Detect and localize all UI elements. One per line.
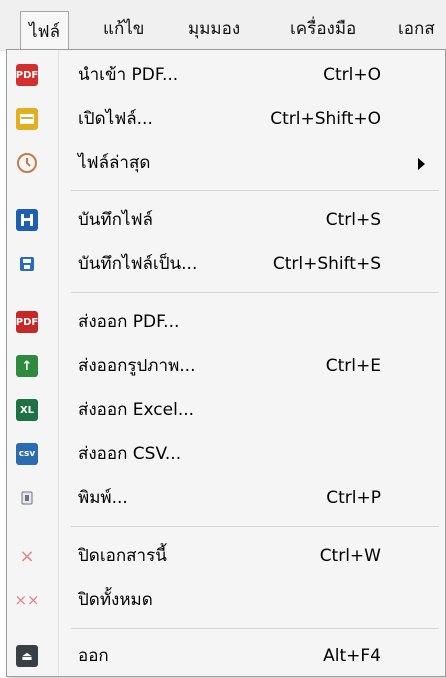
menu-view[interactable]: มุมมอง: [188, 12, 240, 46]
menu-document[interactable]: เอกส: [398, 12, 435, 46]
menu-item-close-document[interactable]: × ปิดเอกสารนี้ Ctrl+W: [7, 534, 443, 578]
menu-item-shortcut: Alt+F4: [323, 646, 381, 666]
menu-file[interactable]: ไฟล์: [20, 11, 70, 50]
submenu-arrow-icon: [418, 158, 425, 170]
image-export-icon: ↑: [16, 355, 38, 377]
menu-item-save-as[interactable]: บันทึกไฟล์เป็น... Ctrl+Shift+S: [7, 242, 443, 286]
menu-item-label: พิมพ์...: [78, 488, 128, 508]
pdf-export-icon: PDF: [16, 311, 38, 333]
menu-item-shortcut: Ctrl+Shift+O: [270, 109, 381, 129]
menu-item-shortcut: Ctrl+O: [323, 65, 381, 85]
menu-item-label: ปิดเอกสารนี้: [78, 546, 167, 566]
menu-separator: [71, 526, 439, 527]
csv-icon: csv: [16, 443, 38, 465]
menu-tools[interactable]: เครื่องมือ: [290, 12, 356, 46]
menu-item-label: ปิดทั้งหมด: [78, 590, 153, 610]
menu-item-import-pdf[interactable]: PDF นำเข้า PDF... Ctrl+O: [7, 53, 443, 97]
menu-item-shortcut: Ctrl+E: [325, 356, 381, 376]
print-icon: [16, 487, 38, 509]
menu-item-export-csv[interactable]: csv ส่งออก CSV...: [7, 432, 443, 476]
save-as-icon: [16, 253, 38, 275]
exit-icon: ⏏: [16, 645, 38, 667]
menu-item-label: บันทึกไฟล์: [78, 210, 153, 230]
menu-item-recent-files[interactable]: ไฟล์ล่าสุด: [7, 141, 443, 185]
menu-item-label: นำเข้า PDF...: [78, 65, 179, 85]
menu-edit[interactable]: แก้ไข: [103, 12, 144, 46]
menu-item-label: ส่งออก Excel...: [78, 400, 195, 420]
menu-item-open-file[interactable]: เปิดไฟล์... Ctrl+Shift+O: [7, 97, 443, 141]
menu-item-label: บันทึกไฟล์เป็น...: [78, 254, 198, 274]
menu-item-export-image[interactable]: ↑ ส่งออกรูปภาพ... Ctrl+E: [7, 344, 443, 388]
menu-item-shortcut: Ctrl+P: [326, 488, 381, 508]
menu-item-export-pdf[interactable]: PDF ส่งออก PDF...: [7, 300, 443, 344]
folder-icon: [16, 108, 38, 130]
menu-item-print[interactable]: พิมพ์... Ctrl+P: [7, 476, 443, 520]
excel-icon: XL: [16, 399, 38, 421]
menu-item-shortcut: Ctrl+Shift+S: [272, 254, 381, 274]
menu-separator: [71, 628, 439, 629]
menu-item-shortcut: Ctrl+S: [325, 210, 381, 230]
menu-item-label: ไฟล์ล่าสุด: [78, 153, 151, 173]
menu-item-label: ส่งออก PDF...: [78, 312, 180, 332]
menu-item-exit[interactable]: ⏏ ออก Alt+F4: [7, 634, 443, 678]
menu-separator: [71, 292, 439, 293]
menu-bar: ไฟล์ แก้ไข มุมมอง เครื่องมือ เอกส: [0, 0, 446, 51]
menu-item-label: เปิดไฟล์...: [78, 109, 153, 129]
close-icon: ×: [19, 545, 35, 567]
pdf-icon: PDF: [16, 64, 38, 86]
menu-separator: [71, 190, 439, 191]
menu-item-save[interactable]: บันทึกไฟล์ Ctrl+S: [7, 198, 443, 242]
menu-item-shortcut: Ctrl+W: [319, 546, 381, 566]
menu-item-label: ส่งออก CSV...: [78, 444, 182, 464]
menu-item-label: ส่งออกรูปภาพ...: [78, 356, 196, 376]
menu-item-export-excel[interactable]: XL ส่งออก Excel...: [7, 388, 443, 432]
clock-icon: [16, 152, 38, 174]
menu-item-close-all[interactable]: ×× ปิดทั้งหมด: [7, 578, 443, 622]
menu-item-label: ออก: [78, 646, 109, 666]
close-all-icon: ××: [14, 591, 40, 609]
save-icon: [16, 209, 38, 231]
file-menu-dropdown: PDF นำเข้า PDF... Ctrl+O เปิดไฟล์... Ctr…: [6, 49, 446, 677]
